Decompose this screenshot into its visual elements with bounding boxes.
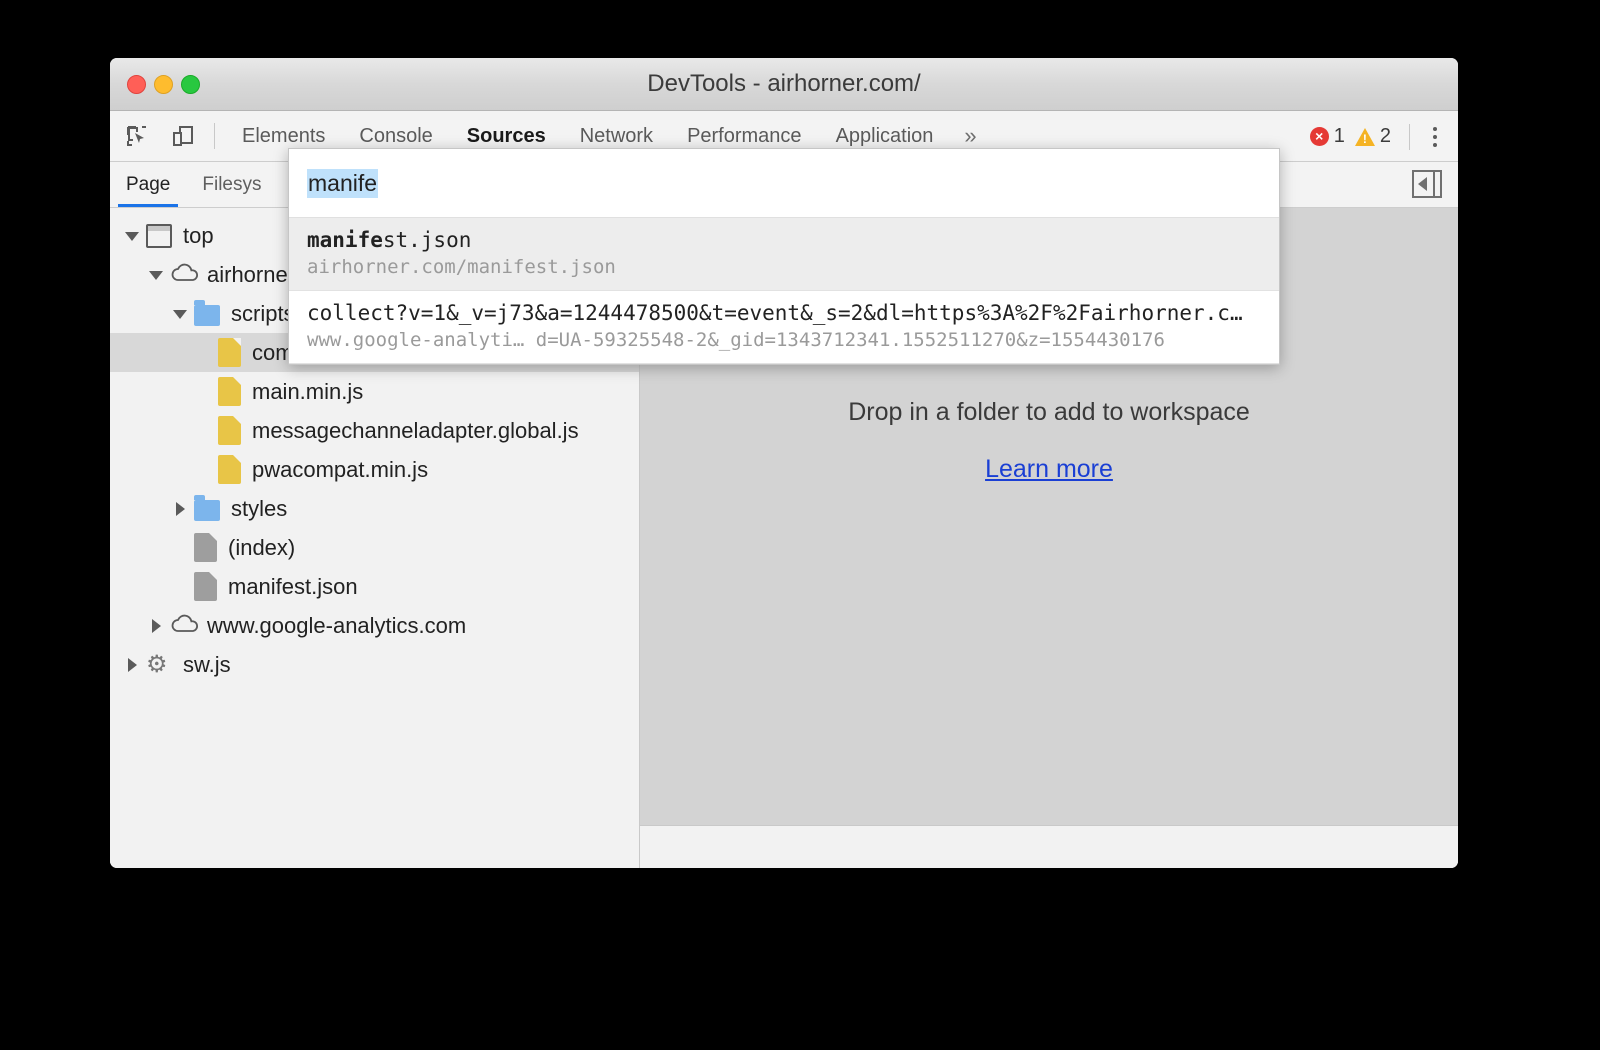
- editor-status-bar: [640, 825, 1458, 868]
- chevron-right-icon[interactable]: [148, 618, 164, 634]
- folder-icon: [194, 300, 220, 326]
- tree-item-label: main.min.js: [252, 378, 364, 404]
- document-icon: [194, 572, 217, 601]
- tree-item-label: airhorne: [207, 261, 288, 287]
- quick-open-input[interactable]: manife: [307, 168, 379, 198]
- warning-counter[interactable]: 2: [1354, 125, 1391, 148]
- devtools-window: DevTools - airhorner.com/ Elements Conso…: [110, 58, 1458, 868]
- tree-item-pwacompat[interactable]: pwacompat.min.js: [110, 450, 639, 489]
- quick-open-result-collect[interactable]: collect?v=1&_v=j73&a=1244478500&t=event&…: [289, 291, 1279, 364]
- quick-open-dialog: manife manifest.json airhorner.com/manif…: [288, 148, 1280, 365]
- tree-item-sw-js[interactable]: ⚙ sw.js: [110, 645, 639, 684]
- error-counter[interactable]: × 1: [1309, 125, 1345, 148]
- cloud-icon: [170, 261, 199, 289]
- tree-item-label: styles: [231, 495, 288, 521]
- toolbar-right-group: × 1 2: [1309, 111, 1458, 162]
- quick-open-result-subtitle: airhorner.com/manifest.json: [307, 256, 616, 278]
- js-file-icon: [218, 416, 241, 445]
- chevron-down-icon[interactable]: [124, 228, 140, 244]
- tree-item-label: (index): [228, 534, 296, 560]
- tree-item-label: scripts: [231, 300, 295, 326]
- tree-item-label: top: [183, 222, 214, 248]
- quick-open-result-title: collect?v=1&_v=j73&a=1244478500&t=event&…: [307, 301, 1243, 325]
- device-toolbar-icon[interactable]: [164, 117, 202, 155]
- window-title: DevTools - airhorner.com/: [647, 70, 921, 97]
- toolbar-divider: [214, 123, 215, 149]
- chevron-down-icon[interactable]: [172, 306, 188, 322]
- warning-icon: [1354, 127, 1375, 146]
- warning-count: 2: [1379, 125, 1391, 147]
- quick-open-rest-text: st.json: [382, 228, 472, 252]
- collapse-sidebar-icon[interactable]: [1412, 170, 1442, 198]
- chevron-down-icon[interactable]: [148, 267, 164, 283]
- inspect-element-icon[interactable]: [118, 117, 156, 155]
- drop-folder-text: Drop in a folder to add to workspace: [848, 398, 1250, 426]
- tree-item-styles[interactable]: styles: [110, 489, 639, 528]
- toolbar-divider-2: [1409, 123, 1410, 150]
- tree-item-manifest-json[interactable]: manifest.json: [110, 567, 639, 606]
- cloud-icon: [170, 612, 199, 640]
- js-file-icon: [218, 338, 241, 367]
- chevron-right-icon[interactable]: [172, 501, 188, 517]
- tree-item-label: messagechanneladapter.global.js: [252, 417, 579, 443]
- folder-icon: [194, 495, 220, 521]
- js-file-icon: [218, 455, 241, 484]
- document-icon: [194, 533, 217, 562]
- collapse-bar-icon: [1433, 172, 1435, 196]
- service-worker-gear-icon: ⚙: [146, 650, 168, 678]
- window-titlebar: DevTools - airhorner.com/: [110, 58, 1458, 111]
- error-icon: ×: [1309, 127, 1329, 146]
- tree-item-index[interactable]: (index): [110, 528, 639, 567]
- tree-item-main-min-js[interactable]: main.min.js: [110, 372, 639, 411]
- navigator-tab-filesystem[interactable]: Filesys: [186, 162, 277, 207]
- tree-item-label: pwacompat.min.js: [252, 456, 429, 482]
- workspace-placeholder: Drop in a folder to add to workspace Lea…: [640, 398, 1458, 484]
- quick-open-result-subtitle: www.google-analyti… d=UA-59325548-2&_gid…: [307, 329, 1165, 351]
- tree-item-label: sw.js: [183, 651, 231, 677]
- quick-open-result-title: manifest.json: [307, 228, 1261, 252]
- js-file-icon: [218, 377, 241, 406]
- tree-item-label: manifest.json: [228, 573, 358, 599]
- tree-item-label: www.google-analytics.com: [207, 612, 467, 638]
- collapse-arrow-icon: [1418, 177, 1427, 191]
- tree-item-google-analytics[interactable]: www.google-analytics.com: [110, 606, 639, 645]
- frame-icon: [146, 223, 172, 248]
- error-count: 1: [1333, 125, 1345, 147]
- learn-more-link[interactable]: Learn more: [985, 455, 1113, 484]
- navigator-tab-page[interactable]: Page: [110, 162, 186, 207]
- quick-open-input-row[interactable]: manife: [289, 149, 1279, 218]
- tree-item-messagechanneladapter[interactable]: messagechanneladapter.global.js: [110, 411, 639, 450]
- quick-open-match-text: manife: [307, 228, 383, 252]
- kebab-menu-icon[interactable]: [1418, 118, 1452, 156]
- chevron-right-icon[interactable]: [124, 657, 140, 673]
- quick-open-result-manifest[interactable]: manifest.json airhorner.com/manifest.jso…: [289, 218, 1279, 291]
